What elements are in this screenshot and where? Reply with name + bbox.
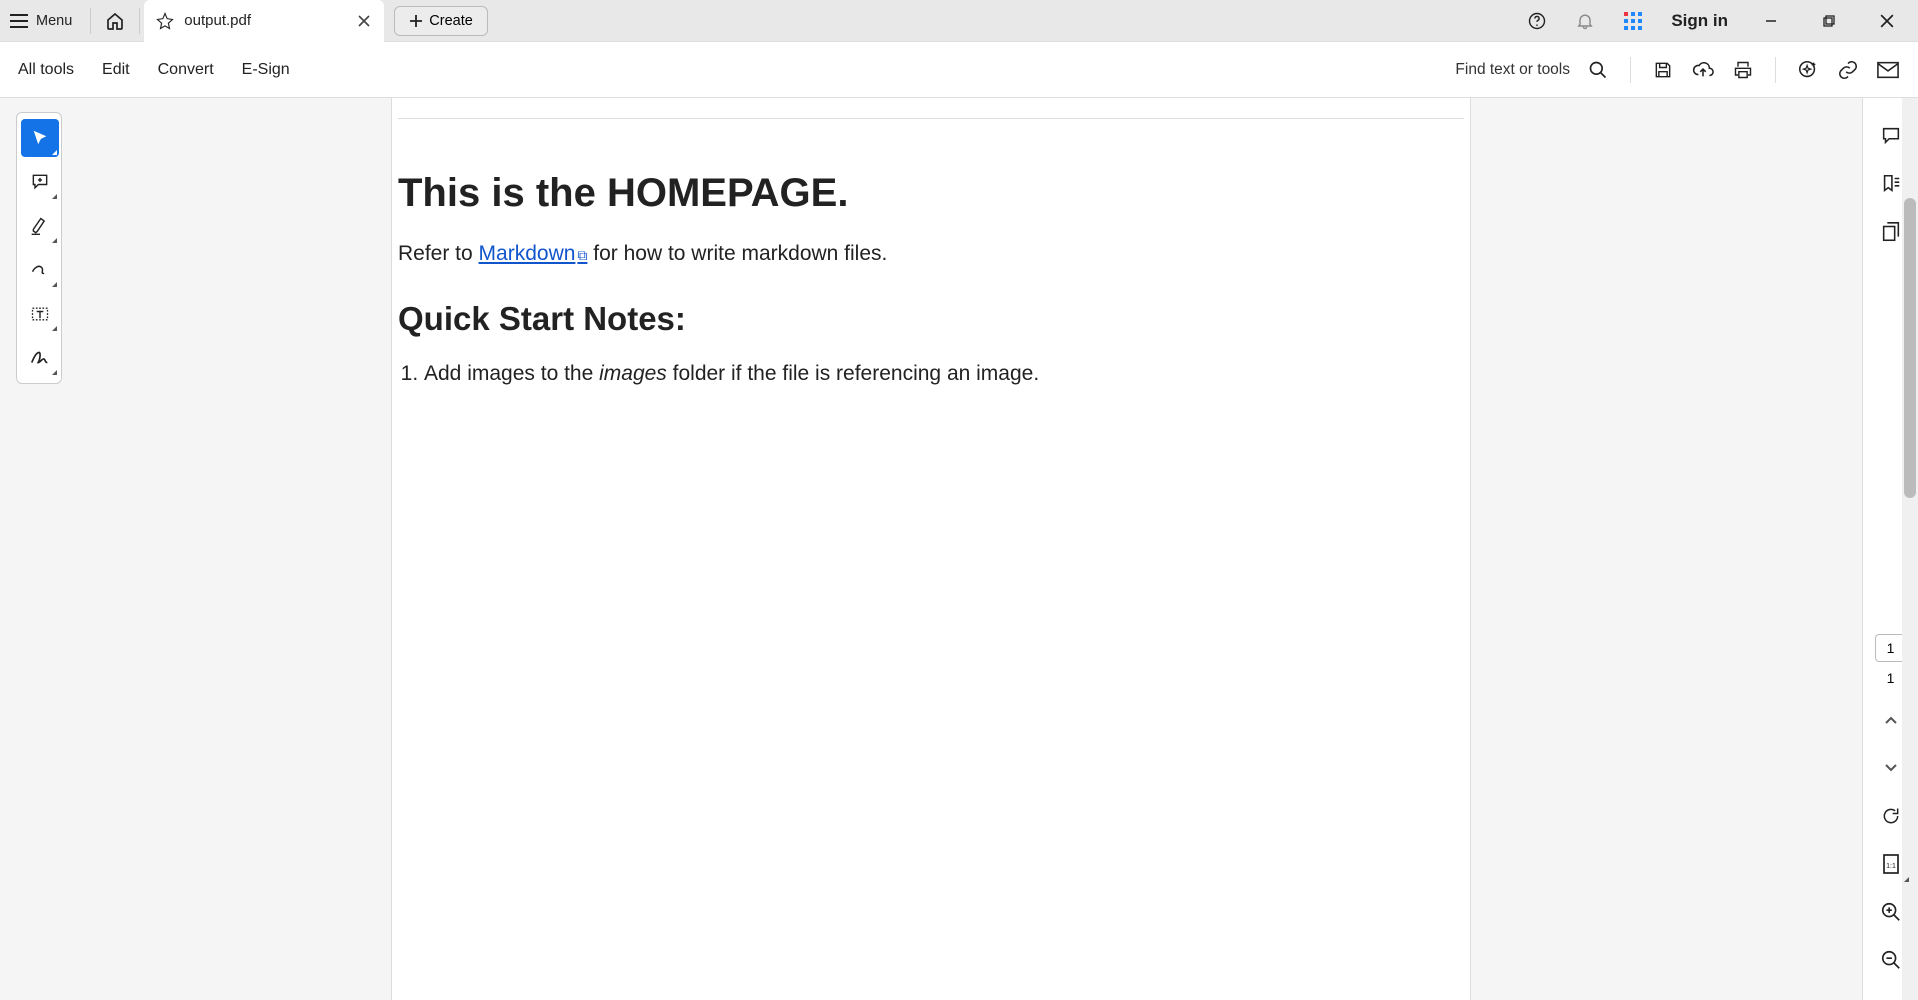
minimize-icon xyxy=(1765,15,1777,27)
freehand-icon xyxy=(30,260,50,280)
window-close[interactable] xyxy=(1862,0,1912,42)
titlebar: Menu output.pdf Create xyxy=(0,0,1918,42)
save-button[interactable] xyxy=(1651,58,1675,82)
share-email-button[interactable] xyxy=(1876,58,1900,82)
doc-ordered-list: Add images to the images folder if the f… xyxy=(398,362,1470,386)
link-icon xyxy=(1837,59,1859,81)
pdf-page: This is the HOMEPAGE. Refer to Markdown⧉… xyxy=(391,98,1471,1000)
menu-label: Menu xyxy=(36,13,72,29)
create-label: Create xyxy=(429,13,473,29)
window-maximize[interactable] xyxy=(1804,0,1854,42)
plus-icon xyxy=(409,14,423,28)
page-fit-icon: 1:1 xyxy=(1882,853,1900,875)
doc-paragraph: Refer to Markdown⧉ for how to write mark… xyxy=(398,242,1470,266)
save-icon xyxy=(1653,60,1673,80)
create-button[interactable]: Create xyxy=(394,6,488,36)
search-icon xyxy=(1588,60,1608,80)
close-icon xyxy=(358,15,370,27)
document-viewport[interactable]: This is the HOMEPAGE. Refer to Markdown⧉… xyxy=(0,98,1862,1000)
tab-close-button[interactable] xyxy=(354,11,374,31)
add-text-box-tool[interactable] xyxy=(21,295,59,333)
star-icon[interactable] xyxy=(156,12,174,30)
external-link-icon: ⧉ xyxy=(577,247,587,263)
toolbar-all-tools[interactable]: All tools xyxy=(18,61,74,79)
notifications-button[interactable] xyxy=(1565,0,1605,42)
close-icon xyxy=(1880,14,1894,28)
signin-button[interactable]: Sign in xyxy=(1661,0,1738,42)
sign-tool[interactable] xyxy=(21,339,59,377)
text-box-icon xyxy=(30,304,50,324)
toolbar-convert[interactable]: Convert xyxy=(158,61,214,79)
bell-icon xyxy=(1575,11,1595,31)
sparkle-plus-icon xyxy=(1797,59,1819,81)
draw-freehand-tool[interactable] xyxy=(21,251,59,289)
signature-icon xyxy=(29,348,51,368)
cursor-icon xyxy=(31,129,49,147)
help-button[interactable] xyxy=(1517,0,1557,42)
chevron-up-icon xyxy=(1884,715,1898,725)
page-top-rule xyxy=(398,118,1464,119)
toolbar-edit[interactable]: Edit xyxy=(102,61,130,79)
svg-text:1:1: 1:1 xyxy=(1886,863,1896,870)
email-icon xyxy=(1877,61,1899,79)
find-label: Find text or tools xyxy=(1455,61,1570,79)
separator xyxy=(1775,57,1776,83)
separator xyxy=(1630,57,1631,83)
rotate-icon xyxy=(1881,806,1901,826)
bookmark-list-icon xyxy=(1880,173,1902,195)
comment-plus-icon xyxy=(30,172,50,192)
highlighter-icon xyxy=(30,216,50,236)
home-icon xyxy=(105,11,125,31)
zoom-in-icon xyxy=(1880,901,1902,923)
toolbar: All tools Edit Convert E-Sign Find text … xyxy=(0,42,1918,98)
divider xyxy=(139,8,140,34)
chevron-down-icon xyxy=(1884,763,1898,773)
divider xyxy=(90,8,91,34)
doc-heading-2: Quick Start Notes: xyxy=(398,300,1470,338)
help-icon xyxy=(1527,11,1547,31)
selection-tool[interactable] xyxy=(21,119,59,157)
apps-button[interactable] xyxy=(1613,0,1653,42)
print-icon xyxy=(1733,60,1753,80)
page-total: 1 xyxy=(1887,670,1895,686)
cloud-upload-icon xyxy=(1692,60,1714,80)
find-button[interactable] xyxy=(1586,58,1610,82)
link-button[interactable] xyxy=(1836,58,1860,82)
maximize-icon xyxy=(1823,15,1835,27)
page-display-button[interactable]: 1:1 xyxy=(1871,844,1911,884)
apps-grid-icon xyxy=(1623,11,1643,31)
quick-tools-palette xyxy=(16,112,62,384)
cloud-upload-button[interactable] xyxy=(1691,58,1715,82)
ai-assistant-button[interactable] xyxy=(1796,58,1820,82)
speech-bubble-icon xyxy=(1880,125,1902,147)
hamburger-icon xyxy=(10,14,28,28)
highlight-tool[interactable] xyxy=(21,207,59,245)
zoom-out-icon xyxy=(1880,949,1902,971)
document-tab[interactable]: output.pdf xyxy=(144,0,384,42)
print-button[interactable] xyxy=(1731,58,1755,82)
add-comment-tool[interactable] xyxy=(21,163,59,201)
doc-heading-1: This is the HOMEPAGE. xyxy=(398,171,1470,216)
pages-icon xyxy=(1881,221,1901,243)
tab-title: output.pdf xyxy=(184,12,346,29)
toolbar-esign[interactable]: E-Sign xyxy=(242,61,290,79)
home-button[interactable] xyxy=(95,0,135,41)
main-area: This is the HOMEPAGE. Refer to Markdown⧉… xyxy=(0,98,1918,1000)
window-minimize[interactable] xyxy=(1746,0,1796,42)
markdown-link[interactable]: Markdown⧉ xyxy=(479,242,588,265)
menu-button[interactable]: Menu xyxy=(0,0,86,41)
list-item: Add images to the images folder if the f… xyxy=(424,362,1470,386)
